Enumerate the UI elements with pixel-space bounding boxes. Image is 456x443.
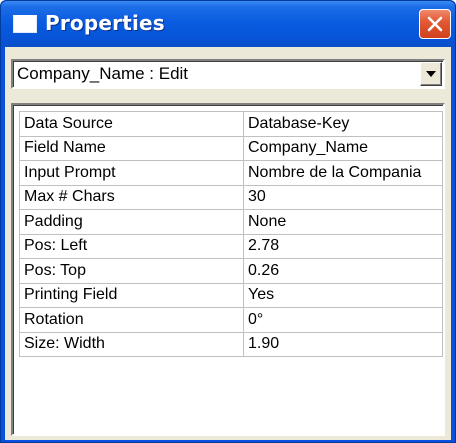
property-row[interactable]: Padding None: [19, 209, 443, 235]
property-name: Size: Width: [19, 331, 244, 357]
property-name: Rotation: [19, 307, 244, 333]
chevron-down-icon: [426, 71, 436, 77]
property-name: Printing Field: [19, 282, 244, 308]
property-grid: Data Source Database-Key Field Name Company…: [11, 103, 445, 436]
window-icon: [13, 15, 37, 33]
close-button[interactable]: [419, 9, 451, 39]
property-row[interactable]: Rotation 0°: [19, 307, 443, 333]
property-name: Pos: Left: [19, 233, 244, 259]
property-value[interactable]: 1.90: [243, 331, 443, 357]
properties-panel: Company_Name : Edit Data Source Database-…: [5, 47, 451, 440]
property-row[interactable]: Pos: Left 2.78: [19, 233, 443, 259]
property-row[interactable]: Pos: Top 0.26: [19, 258, 443, 284]
property-row[interactable]: Input Prompt Nombre de la Compania: [19, 160, 443, 186]
property-row[interactable]: Data Source Database-Key: [19, 111, 443, 137]
close-icon: [427, 16, 443, 32]
property-row[interactable]: Printing Field Yes: [19, 282, 443, 308]
property-row[interactable]: Max # Chars 30: [19, 184, 443, 210]
property-value[interactable]: 0.26: [243, 258, 443, 284]
property-value[interactable]: Nombre de la Compania: [243, 160, 443, 186]
property-value[interactable]: None: [243, 209, 443, 235]
property-value[interactable]: 2.78: [243, 233, 443, 259]
property-row[interactable]: Field Name Company_Name: [19, 135, 443, 161]
property-name: Input Prompt: [19, 160, 244, 186]
object-selector-dropdown[interactable]: Company_Name : Edit: [11, 59, 445, 89]
property-name: Data Source: [19, 111, 244, 137]
property-row[interactable]: Size: Width 1.90: [19, 331, 443, 357]
property-value[interactable]: Company_Name: [243, 135, 443, 161]
property-value[interactable]: Database-Key: [243, 111, 443, 137]
property-name: Field Name: [19, 135, 244, 161]
property-table: Data Source Database-Key Field Name Company…: [19, 111, 443, 357]
property-name: Max # Chars: [19, 184, 244, 210]
dropdown-button[interactable]: [420, 62, 442, 86]
property-value[interactable]: 0°: [243, 307, 443, 333]
properties-window: Properties Company_Name : Edit Data Sour…: [0, 0, 456, 443]
window-title: Properties: [45, 11, 165, 35]
title-bar[interactable]: Properties: [1, 1, 455, 47]
property-value[interactable]: Yes: [243, 282, 443, 308]
property-value[interactable]: 30: [243, 184, 443, 210]
property-name: Pos: Top: [19, 258, 244, 284]
property-name: Padding: [19, 209, 244, 235]
object-selector-value: Company_Name : Edit: [17, 64, 189, 83]
